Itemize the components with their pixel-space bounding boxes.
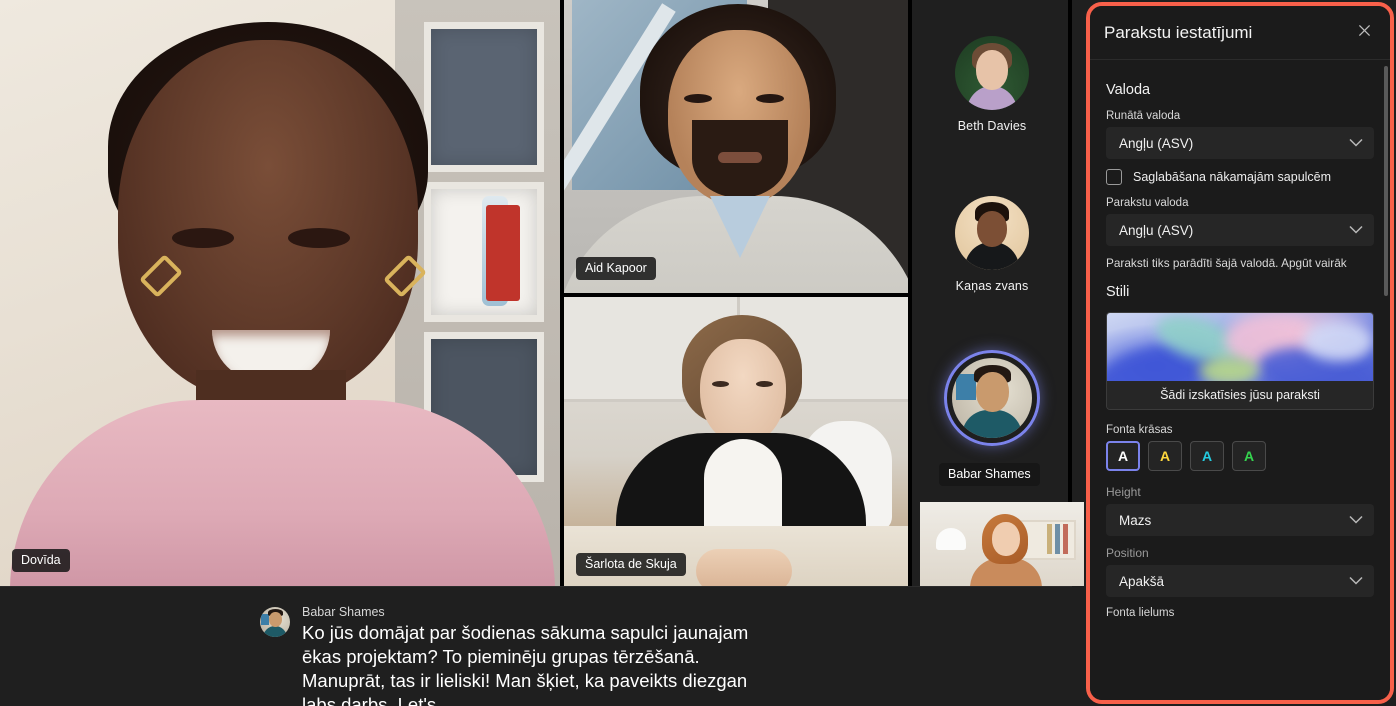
select-caption-language[interactable]: Angļu (ASV) bbox=[1106, 214, 1374, 246]
font-color-swatches: A A A A bbox=[1106, 441, 1374, 471]
caption-entry: Babar Shames Ko jūs domājat par šodienas… bbox=[260, 605, 772, 706]
close-icon bbox=[1356, 22, 1373, 44]
letter-a-glyph: A bbox=[1243, 448, 1255, 464]
self-video-preview[interactable] bbox=[920, 502, 1084, 586]
font-color-swatch-white[interactable]: A bbox=[1106, 441, 1140, 471]
select-height-value: Mazs bbox=[1119, 512, 1152, 528]
video-tile-aid-kapoor[interactable]: Aid Kapoor bbox=[564, 0, 908, 293]
avatar-caption-speaker bbox=[260, 607, 290, 637]
chevron-down-icon bbox=[1349, 513, 1363, 528]
label-font-size: Fonta lielums bbox=[1106, 607, 1175, 619]
video-stage: Dovīda Aid Kapoor Šarlota de Skuja Beth … bbox=[0, 0, 1084, 586]
video-tile-main[interactable]: Dovīda bbox=[0, 0, 560, 586]
participant-name-chip-aid-kapoor: Aid Kapoor bbox=[576, 256, 656, 280]
video-tile-sarlota[interactable]: Šarlota de Skuja bbox=[564, 293, 908, 586]
speaking-indicator-ring bbox=[944, 350, 1040, 446]
font-color-swatch-yellow[interactable]: A bbox=[1148, 441, 1182, 471]
label-spoken-language: Runātā valoda bbox=[1106, 110, 1181, 122]
roster-item-beth-davies[interactable]: Beth Davies bbox=[912, 36, 1072, 133]
panel-title: Parakstu iestatījumi bbox=[1104, 22, 1253, 42]
participant-video-aid-kapoor bbox=[564, 0, 908, 293]
select-position-value: Apakšā bbox=[1119, 573, 1165, 589]
letter-a-glyph: A bbox=[1159, 448, 1171, 464]
live-captions-bar: Babar Shames Ko jūs domājat par šodienas… bbox=[0, 586, 1072, 706]
letter-a-glyph: A bbox=[1201, 448, 1213, 464]
panel-scrollbar[interactable] bbox=[1384, 66, 1388, 296]
participant-video-sarlota bbox=[564, 297, 908, 586]
font-color-swatch-green[interactable]: A bbox=[1232, 441, 1266, 471]
roster-name-beth-davies: Beth Davies bbox=[957, 119, 1027, 133]
select-caption-language-value: Angļu (ASV) bbox=[1119, 222, 1194, 238]
checkbox-row-save-future-meetings[interactable]: Saglabāšana nākamajām sapulcēm bbox=[1106, 169, 1374, 185]
close-panel-button[interactable] bbox=[1348, 17, 1380, 49]
section-heading-language: Valoda bbox=[1106, 82, 1151, 98]
avatar-beth-davies bbox=[955, 36, 1029, 110]
checkbox-label-save-future-meetings: Saglabāšana nākamajām sapulcēm bbox=[1133, 170, 1332, 184]
helper-text-caption-language[interactable]: Paraksti tiks parādīti šajā valodā. Apgū… bbox=[1106, 256, 1374, 270]
roster-item-kanas-zvans[interactable]: Kaņas zvans bbox=[912, 196, 1072, 293]
chevron-down-icon bbox=[1349, 223, 1363, 238]
teams-meeting-window: Dovīda Aid Kapoor Šarlota de Skuja Beth … bbox=[0, 0, 1396, 706]
roster-name-kanas-zvans: Kaņas zvans bbox=[955, 279, 1029, 293]
chevron-down-icon bbox=[1349, 136, 1363, 151]
video-tile-column: Aid Kapoor Šarlota de Skuja bbox=[560, 0, 908, 586]
label-height: Height bbox=[1106, 485, 1141, 499]
select-position[interactable]: Apakšā bbox=[1106, 565, 1374, 597]
font-color-swatch-cyan[interactable]: A bbox=[1190, 441, 1224, 471]
roster-item-babar-shames[interactable] bbox=[912, 350, 1072, 446]
panel-body: Valoda Runātā valoda Angļu (ASV) Saglabā… bbox=[1090, 60, 1390, 619]
participant-name-chip-main: Dovīda bbox=[12, 548, 70, 572]
letter-a-glyph: A bbox=[1117, 448, 1129, 464]
checkbox-save-future-meetings[interactable] bbox=[1106, 169, 1122, 185]
select-height[interactable]: Mazs bbox=[1106, 504, 1374, 536]
label-caption-language: Parakstu valoda bbox=[1106, 197, 1189, 209]
caption-speaker-name: Babar Shames bbox=[302, 605, 385, 619]
avatar-babar-shames bbox=[952, 358, 1032, 438]
chevron-down-icon bbox=[1349, 574, 1363, 589]
caption-style-preview-card[interactable]: Šādi izskatīsies jūsu paraksti bbox=[1106, 312, 1374, 410]
label-font-colors: Fonta krāsas bbox=[1106, 424, 1173, 436]
panel-header: Parakstu iestatījumi bbox=[1090, 6, 1390, 60]
roster-name-chip-babar-shames: Babar Shames bbox=[939, 463, 1040, 487]
participant-video-dovida bbox=[0, 0, 560, 586]
select-spoken-language-value: Angļu (ASV) bbox=[1119, 135, 1194, 151]
section-heading-styles: Stili bbox=[1106, 284, 1130, 300]
caption-style-thumbnail bbox=[1107, 313, 1373, 381]
label-position: Position bbox=[1106, 546, 1149, 560]
participant-name-chip-sarlota: Šarlota de Skuja bbox=[576, 552, 686, 576]
avatar-kanas-zvans bbox=[955, 196, 1029, 270]
caption-style-preview-label: Šādi izskatīsies jūsu paraksti bbox=[1107, 381, 1373, 409]
participant-roster: Beth Davies Kaņas zvans Babar Shames bbox=[908, 0, 1084, 586]
caption-text: Ko jūs domājat par šodienas sākuma sapul… bbox=[302, 622, 749, 706]
select-spoken-language[interactable]: Angļu (ASV) bbox=[1106, 127, 1374, 159]
caption-settings-panel: Parakstu iestatījumi Valoda Runātā valod… bbox=[1086, 2, 1394, 704]
